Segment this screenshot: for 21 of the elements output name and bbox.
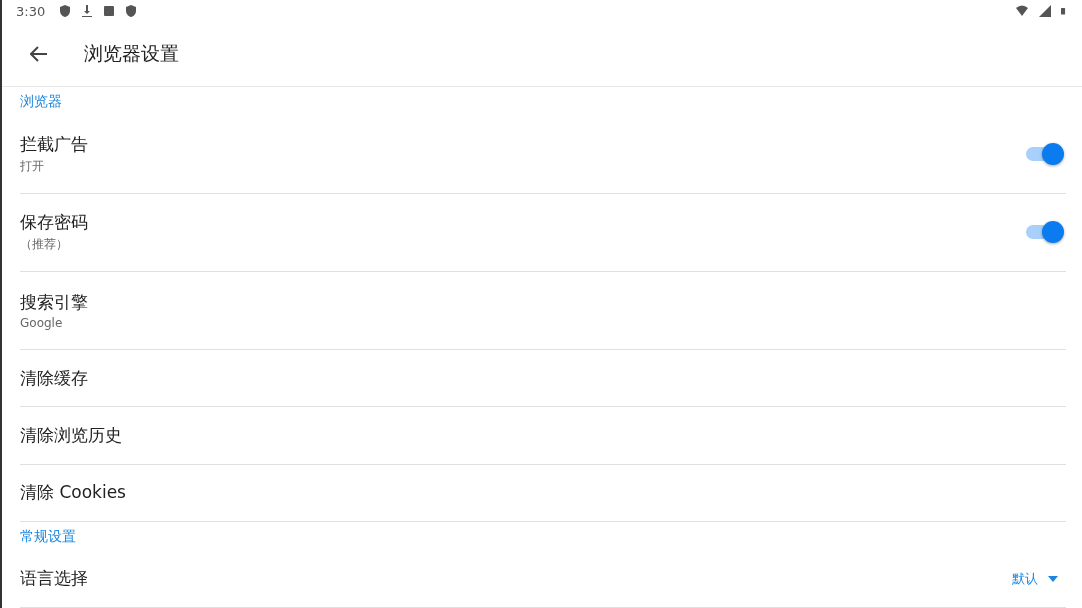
setting-summary: （推荐） — [20, 236, 69, 254]
shield-icon — [59, 5, 72, 18]
setting-title[interactable]: 拦截广告 — [20, 133, 1026, 157]
signal-icon — [1039, 5, 1051, 18]
setting-title[interactable]: 清除缓存 — [20, 366, 1066, 390]
setting-title[interactable]: 搜索引擎 — [20, 291, 1066, 315]
setting-title[interactable]: 清除浏览历史 — [20, 424, 1066, 448]
setting-summary: 打开 — [20, 158, 45, 176]
setting-title[interactable]: 语言选择 — [20, 567, 1012, 591]
battery-icon — [1061, 5, 1068, 18]
language-dropdown[interactable]: 默认 — [1012, 569, 1066, 588]
setting-title[interactable]: 清除 Cookies — [20, 481, 1066, 505]
wifi-icon — [1015, 5, 1029, 18]
section-header: 浏览器 — [20, 92, 62, 111]
download-icon — [81, 5, 94, 18]
setting-title[interactable]: 保存密码 — [20, 211, 1026, 235]
section-header: 常规设置 — [20, 527, 76, 546]
caret-icon — [1048, 575, 1058, 582]
page-title: 浏览器设置 — [84, 41, 179, 67]
setting-summary: Google — [20, 316, 64, 331]
status-time: 3:30 — [16, 3, 46, 19]
